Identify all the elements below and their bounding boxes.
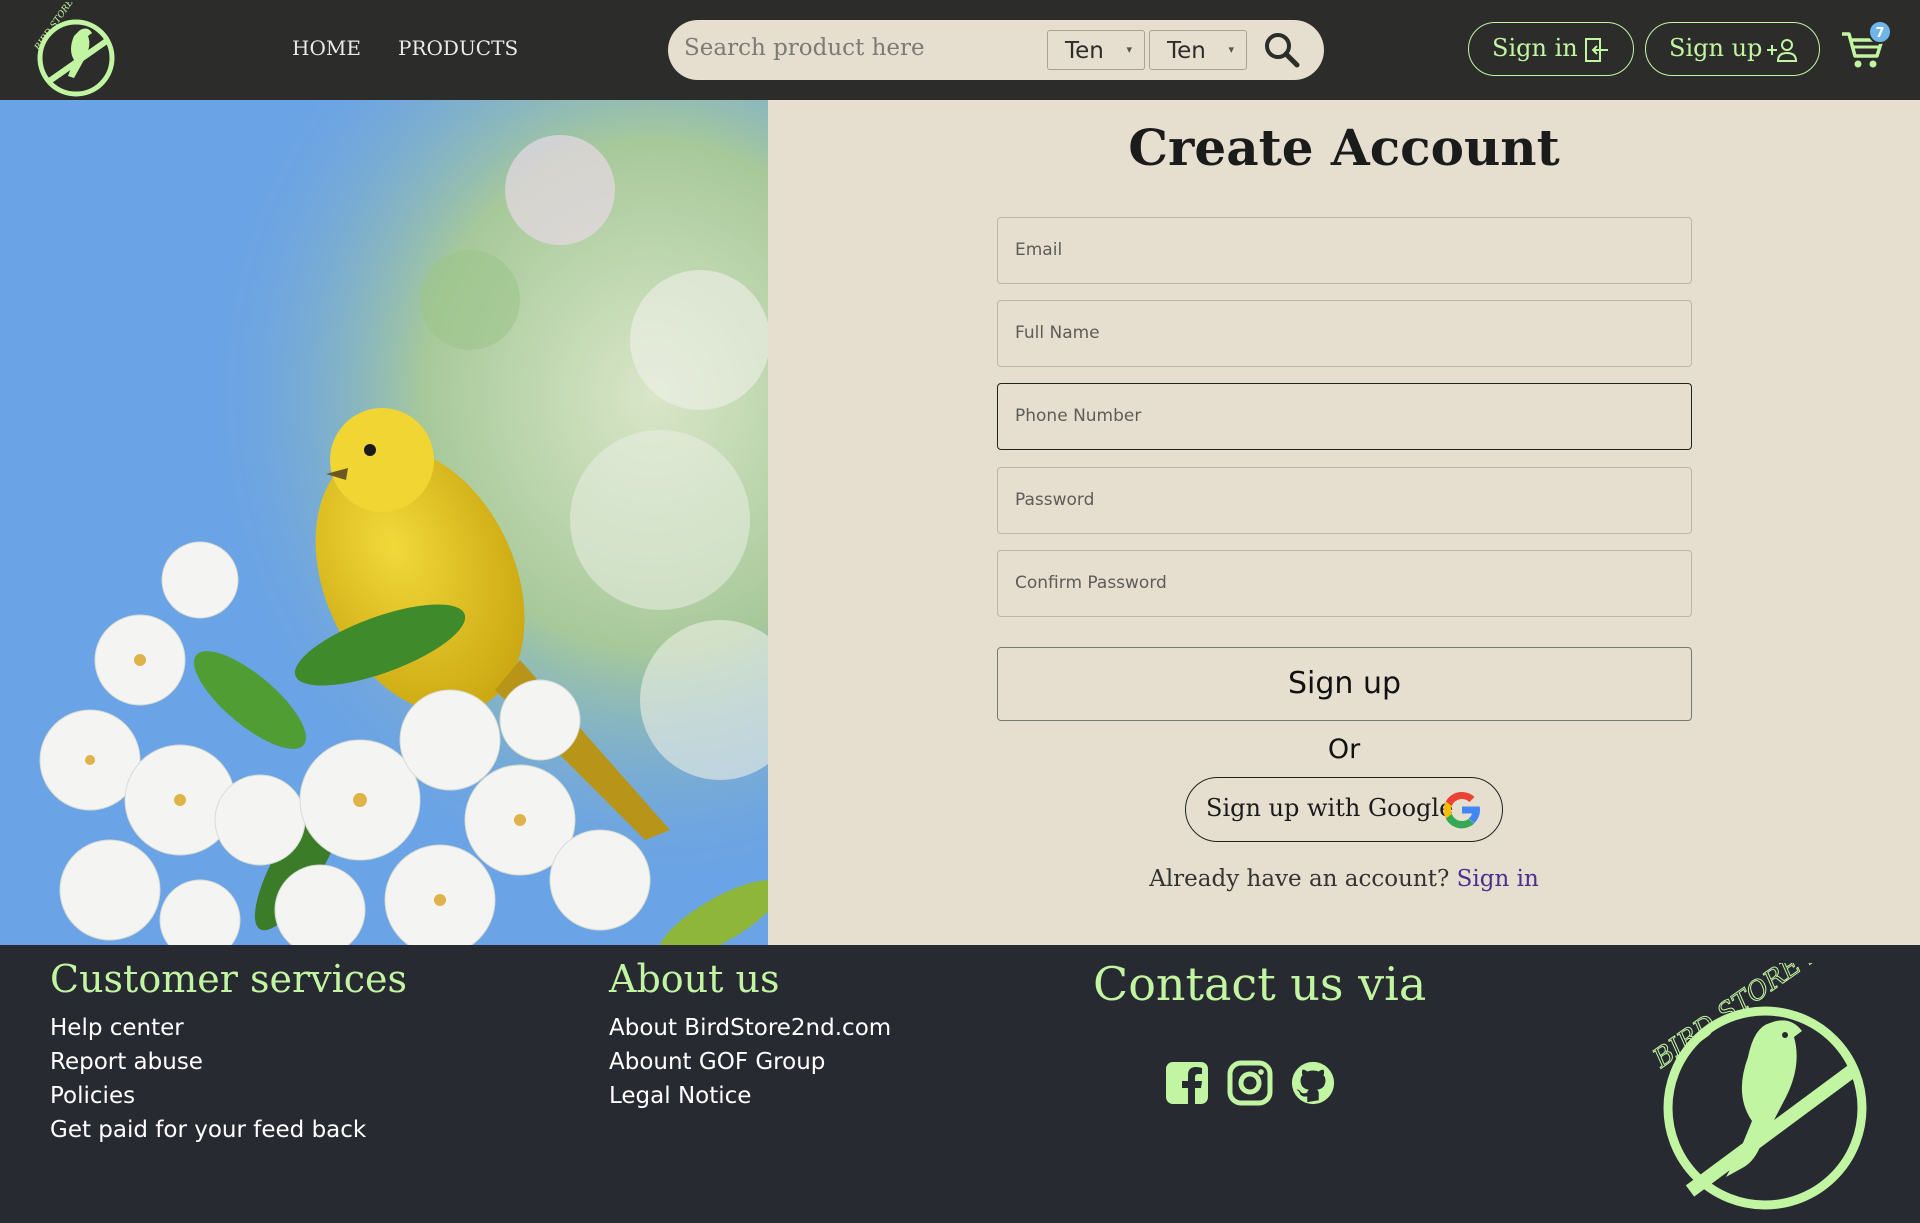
footer-link-report-abuse[interactable]: Report abuse — [50, 1045, 366, 1079]
phone-number-field[interactable]: Phone Number — [997, 383, 1692, 450]
already-have-account: Already have an account? Sign in — [768, 866, 1920, 892]
already-have-account-text: Already have an account? — [1149, 866, 1450, 892]
google-signup-button[interactable]: Sign up with Google — [1185, 777, 1503, 842]
signup-submit-button[interactable]: Sign up — [997, 647, 1692, 721]
nav-products[interactable]: PRODUCTS — [398, 36, 518, 60]
signup-header-button[interactable]: Sign up — [1645, 22, 1820, 76]
footer-customer-services-list: Help center Report abuse Policies Get pa… — [50, 1011, 366, 1147]
facebook-icon[interactable] — [1164, 1059, 1210, 1107]
search-input[interactable]: Search product here — [684, 35, 925, 61]
password-placeholder: Password — [1015, 490, 1095, 510]
add-user-icon — [1767, 39, 1798, 62]
email-field[interactable]: Email — [997, 217, 1692, 284]
footer-contact-title: Contact us via — [1093, 957, 1427, 1011]
search-select-1-value: Ten — [1065, 38, 1104, 64]
confirm-password-field[interactable]: Confirm Password — [997, 550, 1692, 617]
google-signup-label: Sign up with Google — [1206, 794, 1454, 822]
full-name-placeholder: Full Name — [1015, 323, 1100, 343]
footer-link-help-center[interactable]: Help center — [50, 1011, 366, 1045]
instagram-icon[interactable] — [1227, 1059, 1273, 1107]
github-icon[interactable] — [1290, 1059, 1336, 1107]
footer-link-legal-notice[interactable]: Legal Notice — [609, 1079, 891, 1113]
page-title: Create Account — [1128, 118, 1560, 177]
confirm-password-placeholder: Confirm Password — [1015, 573, 1167, 593]
footer-link-feedback[interactable]: Get paid for your feed back — [50, 1113, 366, 1147]
footer: Customer services Help center Report abu… — [0, 945, 1920, 1223]
bird-store-logo[interactable]: BIRD STORE 2ND — [20, 2, 120, 98]
signin-button[interactable]: Sign in — [1468, 22, 1634, 76]
bird-hero-image — [0, 100, 768, 945]
footer-link-policies[interactable]: Policies — [50, 1079, 366, 1113]
full-name-field[interactable]: Full Name — [997, 300, 1692, 367]
signin-link[interactable]: Sign in — [1457, 866, 1539, 892]
search-bar: Search product here Ten ▾ Ten ▾ — [668, 20, 1324, 80]
search-select-2[interactable]: Ten ▾ — [1149, 30, 1247, 70]
phone-number-placeholder: Phone Number — [1015, 406, 1142, 426]
signup-header-label: Sign up — [1669, 34, 1763, 62]
password-field[interactable]: Password — [997, 467, 1692, 534]
footer-about-title: About us — [609, 957, 780, 1001]
search-icon[interactable] — [1262, 30, 1302, 70]
footer-customer-services-title: Customer services — [50, 957, 408, 1001]
search-select-2-value: Ten — [1167, 38, 1206, 64]
or-divider-text: Or — [1327, 734, 1361, 765]
chevron-down-icon: ▾ — [1126, 43, 1132, 56]
nav-home[interactable]: HOME — [292, 36, 361, 60]
email-placeholder: Email — [1015, 240, 1063, 260]
top-navbar: BIRD STORE 2ND HOME PRODUCTS Search prod… — [0, 0, 1920, 100]
login-icon — [1585, 38, 1608, 62]
footer-about-list: About BirdStore2nd.com Abount GOF Group … — [609, 1011, 891, 1113]
google-icon — [1443, 791, 1480, 829]
chevron-down-icon: ▾ — [1228, 43, 1234, 56]
bird-store-logo-large: BIRD STORE 2ND — [1647, 963, 1867, 1210]
footer-link-about-birdstore[interactable]: About BirdStore2nd.com — [609, 1011, 891, 1045]
search-select-1[interactable]: Ten ▾ — [1047, 30, 1145, 70]
footer-link-about-gof[interactable]: Abount GOF Group — [609, 1045, 891, 1079]
cart-count-badge: 7 — [1868, 20, 1892, 44]
signin-label: Sign in — [1492, 34, 1578, 62]
